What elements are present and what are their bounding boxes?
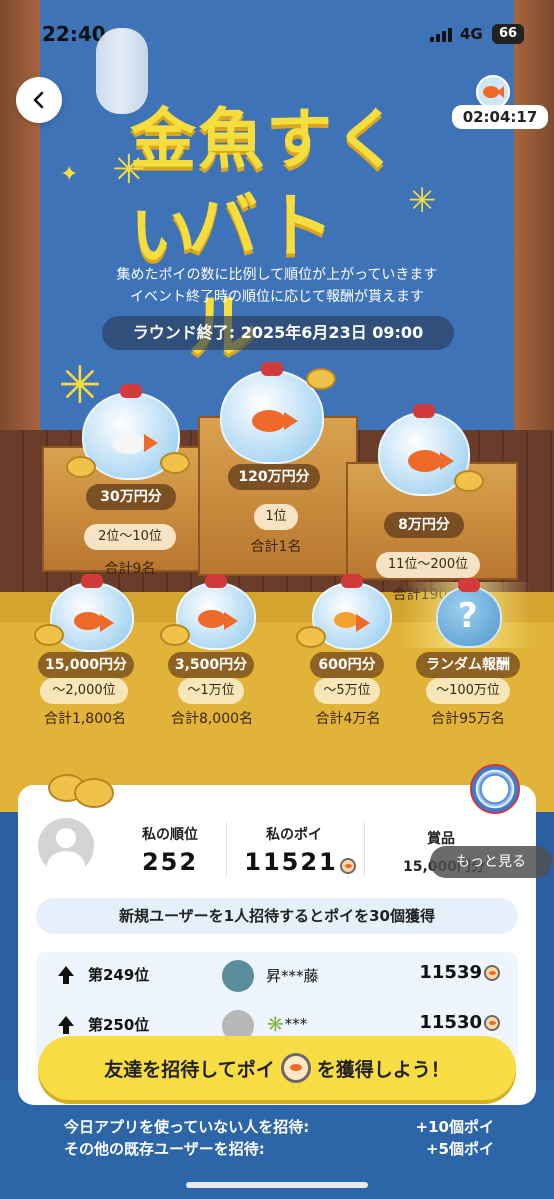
prize-tier4-rank: 〜2,000位 [40, 678, 128, 704]
my-poi: 11521 [240, 848, 360, 876]
goldfish-icon [74, 612, 114, 632]
prize-second-reward: 30万円分 [86, 484, 176, 510]
prize-second-rank: 2位〜10位 [84, 524, 176, 550]
ranking-avatar [222, 960, 254, 992]
sparkle-icon: ✳ [408, 181, 437, 221]
reward-info-row: その他の既存ユーザーを招待: +5個ポイ [64, 1138, 494, 1159]
home-indicator[interactable] [186, 1182, 368, 1188]
goldfish-icon [198, 610, 238, 630]
prize-third-rank: 11位〜200位 [376, 552, 480, 578]
reward-info-row: 今日アプリを使っていない人を招待: +10個ポイ [64, 1116, 494, 1137]
question-icon: ? [458, 596, 478, 636]
prize-third-reward: 8万円分 [384, 512, 464, 538]
ranking-poi: 11539 [408, 962, 500, 983]
prize-tier4-reward: 15,000円分 [38, 652, 134, 678]
prize-tier6-total: 合計4万名 [315, 711, 381, 727]
poi-icon [339, 857, 356, 874]
back-icon [33, 91, 44, 109]
coin-icon [160, 452, 190, 474]
poi-icon [484, 965, 500, 981]
prize-tier7-total: 合計95万名 [431, 711, 505, 727]
network-type: 4G [460, 25, 483, 43]
prize-label: 賞品 [427, 831, 455, 847]
cta-text-before: 友達を招待してポイ [104, 1058, 275, 1081]
prize-bag-random: ? [436, 578, 502, 648]
prize-tier5-reward: 3,500円分 [168, 652, 254, 678]
status-bar: 22:40 4G 66 [0, 18, 554, 52]
goldfish-icon [334, 612, 370, 632]
description-line2: イベント終了時の順位に応じて報酬が貰えます [130, 289, 424, 305]
invite-banner[interactable]: 新規ユーザーを1人招待するとポイを30個獲得 [36, 898, 518, 934]
prize-first-rank: 1位 [254, 504, 298, 530]
status-time: 22:40 [42, 22, 106, 46]
signal-icon [430, 28, 452, 42]
coin-icon [66, 456, 96, 478]
coin-icon [296, 626, 326, 648]
description-line1: 集めたポイの数に比例して順位が上がっていきます [116, 267, 438, 283]
reward-info-value: +10個ポイ [415, 1118, 494, 1136]
arrow-up-icon [58, 966, 74, 984]
my-poi-value: 11521 [244, 848, 338, 876]
reward-info-value: +5個ポイ [425, 1140, 494, 1158]
prize-tier6-reward: 600円分 [310, 652, 384, 678]
my-rank-label: 私の順位 [142, 827, 198, 843]
curtain-left [0, 0, 40, 470]
curtain-right [514, 0, 554, 470]
ranking-username: ✳️*** [266, 1015, 308, 1033]
countdown-timer: 02:04:17 [452, 105, 548, 129]
coin-icon [306, 368, 336, 390]
ranking-row[interactable]: 第249位 昇***藤 11539 [36, 952, 518, 1000]
ranking-poi: 11530 [408, 1012, 500, 1033]
more-button[interactable]: もっと見る [430, 846, 552, 878]
goldfish-icon [252, 410, 298, 432]
poi-icon [280, 1053, 311, 1083]
divider [364, 822, 365, 878]
my-rank-value: 252 [141, 848, 199, 876]
coin-icon [34, 624, 64, 646]
battery-icon: 66 [492, 24, 524, 44]
lantern-icon [470, 764, 520, 814]
prize-tier5-total: 合計8,000名 [170, 711, 254, 727]
coins-icon [44, 766, 116, 812]
ranking-poi-value: 11530 [419, 1012, 482, 1033]
ranking-username: 昇***藤 [266, 967, 319, 985]
prize-first-reward: 120万円分 [228, 464, 320, 490]
prize-tier7-reward: ランダム報酬 [416, 652, 520, 678]
cta-text-after: を獲得しよう！ [316, 1058, 450, 1081]
reward-info-label: その他の既存ユーザーを招待: [64, 1140, 265, 1158]
arrow-up-icon [58, 1016, 74, 1034]
poi-icon [484, 1015, 500, 1031]
event-timer[interactable]: 02:04:17 [452, 75, 548, 131]
ranking-poi-value: 11539 [419, 962, 482, 983]
ranking-position: 第250位 [88, 1016, 150, 1034]
prize-tier5-rank: 〜1万位 [178, 678, 244, 704]
prize-tier7-rank: 〜100万位 [426, 678, 510, 704]
sparkle-icon: ✳ [112, 147, 146, 193]
prize-first-total: 合計1名 [250, 539, 302, 555]
back-button[interactable] [16, 77, 62, 123]
prize-bag-tier4 [50, 574, 134, 652]
ranking-position: 第249位 [88, 966, 150, 984]
goldfish-icon [112, 432, 158, 454]
goldfish-icon [408, 450, 454, 472]
divider [226, 822, 227, 878]
event-description: 集めたポイの数に比例して順位が上がっていきます イベント終了時の順位に応じて報酬… [0, 264, 554, 308]
sparkle-icon: ✦ [60, 162, 79, 187]
reward-info-label: 今日アプリを使っていない人を招待: [64, 1118, 310, 1136]
user-avatar[interactable] [38, 818, 94, 874]
prize-tier4-total: 合計1,800名 [43, 711, 127, 727]
goldfish-icon [476, 75, 510, 109]
invite-friends-button[interactable]: 友達を招待してポイ を獲得しよう！ [38, 1036, 516, 1100]
coin-icon [160, 624, 190, 646]
prize-tier6-rank: 〜5万位 [314, 678, 380, 704]
coin-icon [454, 470, 484, 492]
round-end-badge: ラウンド終了: 2025年6月23日 09:00 [102, 316, 454, 350]
my-poi-label: 私のポイ [266, 827, 322, 843]
